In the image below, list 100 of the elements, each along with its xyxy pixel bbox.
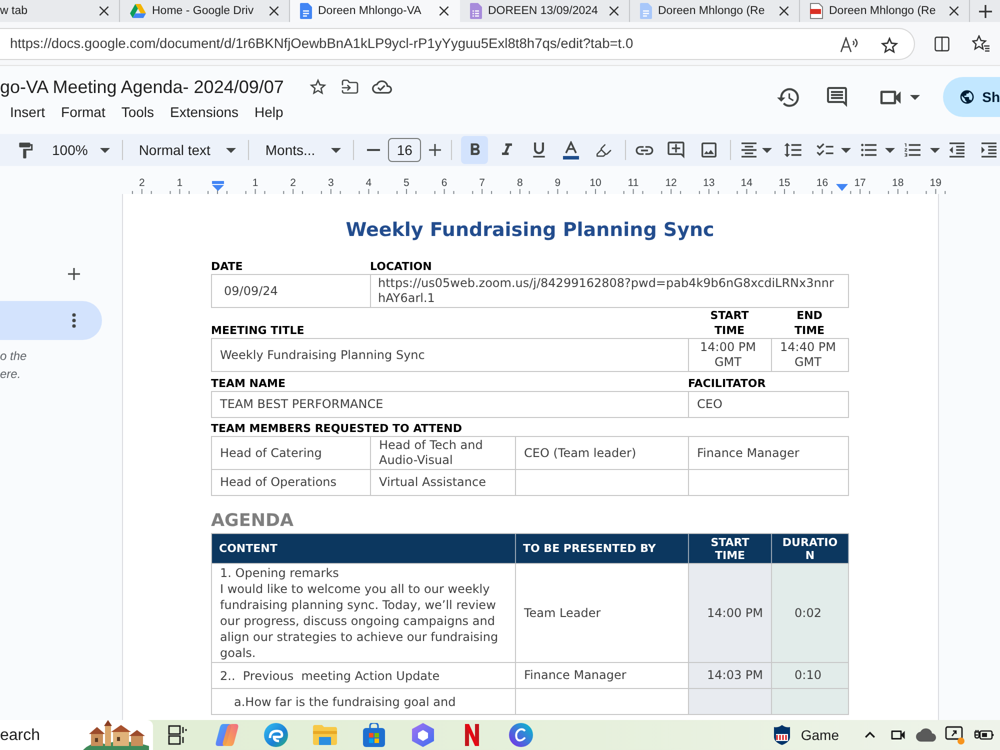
table-cell: CEO <box>689 392 849 418</box>
close-icon[interactable] <box>99 6 109 16</box>
store-icon[interactable] <box>362 723 384 747</box>
line-spacing-icon[interactable] <box>783 140 804 160</box>
right-indent-marker-icon[interactable] <box>836 184 848 191</box>
menu-item[interactable]: Insert <box>2 102 54 122</box>
favorites-icon[interactable] <box>972 35 990 52</box>
menu-item[interactable]: Format <box>53 102 114 122</box>
table-cell: Virtual Assistance <box>371 470 516 496</box>
agenda-item-title: 2.. Previous meeting Action Update <box>220 668 441 684</box>
caret-icon[interactable] <box>841 148 852 152</box>
close-icon[interactable] <box>609 6 619 16</box>
comment-icon[interactable] <box>825 85 849 109</box>
move-folder-icon[interactable] <box>340 78 359 96</box>
file-explorer-icon[interactable] <box>312 725 336 745</box>
more-options-icon[interactable] <box>72 313 76 328</box>
edge-browser-icon[interactable] <box>264 723 288 747</box>
ruler-number: 3 <box>328 177 334 189</box>
caret-icon <box>100 148 110 152</box>
text-color-icon[interactable] <box>562 140 580 160</box>
outline-hint-text: o the ere. <box>0 348 28 383</box>
nfl-shield-icon[interactable] <box>774 725 790 745</box>
favorite-star-icon[interactable] <box>879 34 900 56</box>
font-size-field[interactable]: 16 <box>388 138 422 162</box>
table-cell: CEO (Team leader) <box>516 437 689 470</box>
table-cell: Weekly Fundraising Planning Sync <box>212 339 689 372</box>
table-cell: 14:40 PM GMT <box>772 339 849 372</box>
read-aloud-icon[interactable] <box>840 37 859 53</box>
star-icon[interactable] <box>308 77 328 97</box>
caret-icon[interactable] <box>762 148 772 152</box>
ruler-number: 18 <box>892 177 904 189</box>
village-drawing <box>83 720 149 750</box>
ruler-number: 19 <box>930 177 942 189</box>
canva-logo-icon[interactable] <box>508 723 532 747</box>
menu-item[interactable]: Help <box>246 102 292 122</box>
ruler-number: 11 <box>628 177 639 189</box>
ruler-number: 2 <box>138 177 145 189</box>
caret-icon[interactable] <box>885 148 896 152</box>
zoom-dropdown[interactable]: 100% <box>44 136 114 164</box>
pdf-file-icon <box>810 3 823 19</box>
netflix-logo-icon[interactable] <box>464 724 478 746</box>
table-cell: Head of Operations <box>212 470 371 496</box>
caret-icon[interactable] <box>930 148 940 152</box>
table-cell: 14:00 PM <box>689 564 772 663</box>
ruler-number: 2 <box>290 177 296 189</box>
highlighter-icon[interactable] <box>595 142 612 158</box>
field-label: LOCATION <box>370 259 433 274</box>
agenda-item-title: 1. Opening remarks <box>220 565 340 581</box>
table-cell: TEAM BEST PERFORMANCE <box>212 392 689 418</box>
copilot-icon[interactable] <box>214 724 238 746</box>
table-cell: 14:03 PM <box>689 663 772 689</box>
table-cell: 14:00 PM GMT <box>689 339 772 372</box>
form-icon <box>470 3 482 19</box>
ruler-number: 4 <box>366 177 372 189</box>
globe-icon <box>959 88 976 106</box>
share-button[interactable]: Sh <box>943 77 1000 117</box>
add-tab-icon[interactable] <box>68 268 80 280</box>
close-icon[interactable] <box>779 6 789 16</box>
caret-icon <box>331 148 342 152</box>
table-cell: Head of Tech and Audio-Visual <box>371 437 516 470</box>
new-tab-icon[interactable] <box>978 4 992 18</box>
paint-format-icon[interactable] <box>16 140 35 160</box>
bold-button[interactable] <box>461 136 488 164</box>
ruler-number: 9 <box>554 177 561 189</box>
close-icon[interactable] <box>439 6 449 16</box>
display-alert-icon[interactable] <box>945 726 965 744</box>
close-icon[interactable] <box>949 6 959 16</box>
widget-label[interactable]: Game <box>800 727 839 743</box>
field-label: END TIME <box>793 308 826 338</box>
align-icon[interactable] <box>739 140 760 160</box>
split-screen-icon[interactable] <box>933 34 952 52</box>
document-title[interactable]: go-VA Meeting Agenda- 2024/09/07 <box>0 76 284 98</box>
ruler-number: 17 <box>854 177 866 189</box>
table-cell: https://us05web.zoom.us/j/84299162808?pwd=pab4k9b6nG8xcdiLRNx3nnrhAY6arl.1 <box>371 275 849 308</box>
decrease-indent-icon[interactable] <box>947 140 968 160</box>
add-comment-icon[interactable] <box>666 140 686 160</box>
copilot-app-icon[interactable] <box>412 723 434 747</box>
column-header: TO BE PRESENTED BY <box>516 534 689 564</box>
browser-tab[interactable]: Doreen Mhlongo-VA <box>290 0 460 22</box>
table-cell: 0:10 <box>772 663 849 689</box>
style-dropdown[interactable]: Normal text <box>130 136 240 164</box>
document-heading: Weekly Fundraising Planning Sync <box>344 218 716 242</box>
task-view-icon[interactable] <box>168 725 188 745</box>
image-icon[interactable] <box>699 140 720 160</box>
column-header: DURATION <box>772 534 849 564</box>
increase-indent-icon[interactable] <box>979 140 1000 160</box>
ruler-number: 16 <box>816 177 828 189</box>
ruler-number: 14 <box>740 177 752 189</box>
menu-item[interactable]: Extensions <box>162 102 247 122</box>
increase-size-icon[interactable] <box>429 144 442 156</box>
caret-icon[interactable] <box>910 94 920 100</box>
font-dropdown[interactable]: Monts... <box>257 136 346 164</box>
table-cell: 09/09/24 <box>212 275 371 308</box>
left-indent-marker-icon[interactable] <box>212 181 224 191</box>
ruler-number: 1 <box>252 177 258 189</box>
menu-item[interactable]: Tools <box>113 102 162 122</box>
close-icon[interactable] <box>269 6 279 16</box>
address-field[interactable]: https://docs.google.com/document/d/1r6BKNfjOewbBnA1kLP9ycl-rP1yYyguu5Exl8t8h7qs/edit?tab=t.0 <box>0 28 915 60</box>
caret-icon <box>226 148 236 152</box>
column-header: START TIME <box>689 534 772 564</box>
